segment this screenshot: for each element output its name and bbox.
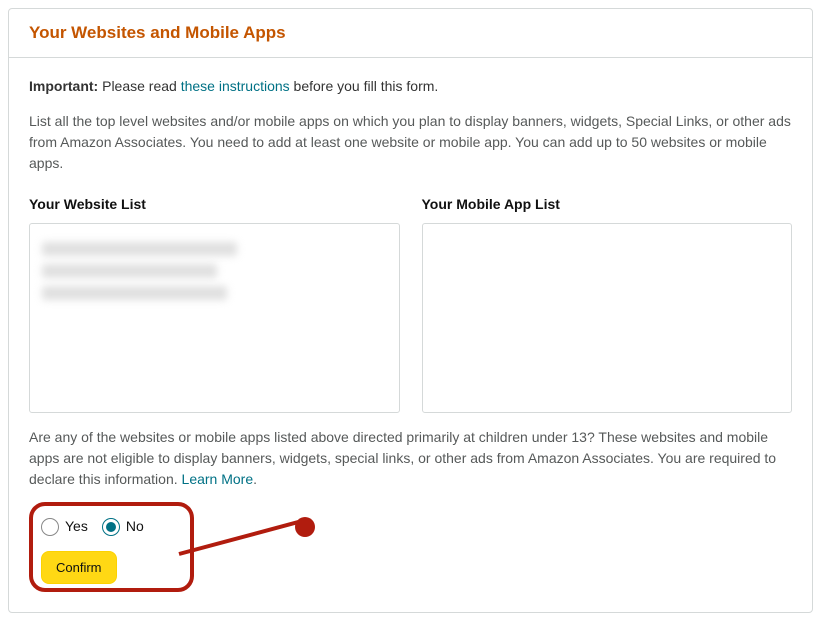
intro-text: Important: Please read these instruction… (29, 76, 792, 97)
lists-container: Your Website List Your Mobile App List (29, 194, 792, 413)
annotation-highlight: Yes No Confirm (29, 502, 194, 592)
question-text: Are any of the websites or mobile apps l… (29, 429, 776, 487)
instructions-link[interactable]: these instructions (181, 78, 290, 94)
list-item (42, 286, 227, 300)
list-item (42, 242, 237, 256)
intro-suffix: before you fill this form. (290, 78, 439, 94)
question-period: . (253, 471, 257, 487)
website-list-title: Your Website List (29, 194, 400, 215)
radio-group: Yes No (37, 510, 148, 551)
list-item (42, 264, 217, 278)
learn-more-link[interactable]: Learn More (182, 471, 254, 487)
confirm-button[interactable]: Confirm (41, 551, 117, 584)
mobile-app-list-box[interactable] (422, 223, 793, 413)
radio-circle-icon (41, 518, 59, 536)
panel-header: Your Websites and Mobile Apps (9, 9, 812, 58)
intro-prefix: Please read (98, 78, 181, 94)
mobile-app-list-title: Your Mobile App List (422, 194, 793, 215)
annotation-line (178, 518, 305, 556)
website-list-column: Your Website List (29, 194, 400, 413)
children-under-13-question: Are any of the websites or mobile apps l… (29, 427, 792, 490)
description-text: List all the top level websites and/or m… (29, 111, 792, 174)
radio-circle-selected-icon (102, 518, 120, 536)
radio-yes-label: Yes (65, 516, 88, 537)
annotation-dot (295, 517, 315, 537)
websites-mobile-apps-panel: Your Websites and Mobile Apps Important:… (8, 8, 813, 613)
radio-no[interactable]: No (102, 516, 144, 537)
radio-no-label: No (126, 516, 144, 537)
website-list-box[interactable] (29, 223, 400, 413)
panel-title: Your Websites and Mobile Apps (29, 23, 792, 43)
important-label: Important: (29, 78, 98, 94)
radio-yes[interactable]: Yes (41, 516, 88, 537)
mobile-app-list-column: Your Mobile App List (422, 194, 793, 413)
panel-body: Important: Please read these instruction… (9, 58, 812, 612)
